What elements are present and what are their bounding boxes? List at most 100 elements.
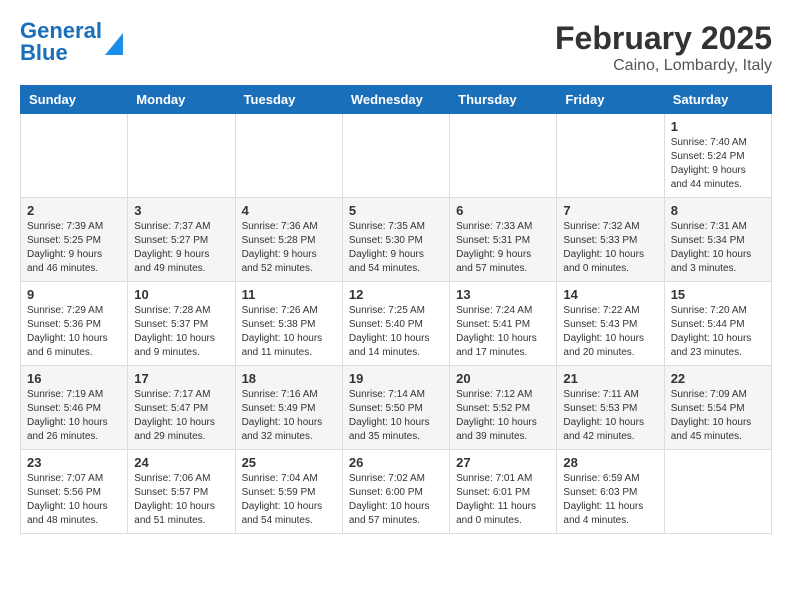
day-number: 1 xyxy=(671,119,765,134)
calendar-cell: 13 Sunrise: 7:24 AM Sunset: 5:41 PM Dayli… xyxy=(450,282,557,366)
day-info: Sunrise: 7:24 AM Sunset: 5:41 PM Dayligh… xyxy=(456,304,550,360)
calendar-cell: 1 Sunrise: 7:40 AM Sunset: 5:24 PM Daylig… xyxy=(664,114,771,198)
calendar-cell: 17 Sunrise: 7:17 AM Sunset: 5:47 PM Dayli… xyxy=(128,366,235,450)
day-info: Sunrise: 7:02 AM Sunset: 6:00 PM Dayligh… xyxy=(349,472,443,528)
calendar-cell xyxy=(235,114,342,198)
calendar-cell: 14 Sunrise: 7:22 AM Sunset: 5:43 PM Dayli… xyxy=(557,282,664,366)
calendar-cell: 19 Sunrise: 7:14 AM Sunset: 5:50 PM Dayli… xyxy=(342,366,449,450)
day-info: Sunrise: 7:29 AM Sunset: 5:36 PM Dayligh… xyxy=(27,304,121,360)
day-info: Sunrise: 6:59 AM Sunset: 6:03 PM Dayligh… xyxy=(563,472,657,528)
day-number: 16 xyxy=(27,371,121,386)
day-info: Sunrise: 7:28 AM Sunset: 5:37 PM Dayligh… xyxy=(134,304,228,360)
day-info: Sunrise: 7:01 AM Sunset: 6:01 PM Dayligh… xyxy=(456,472,550,528)
calendar-cell: 3Sunrise: 7:37 AM Sunset: 5:27 PM Daylig… xyxy=(128,198,235,282)
calendar-cell: 6 Sunrise: 7:33 AM Sunset: 5:31 PM Daylig… xyxy=(450,198,557,282)
day-number: 17 xyxy=(134,371,228,386)
weekday-header-tuesday: Tuesday xyxy=(235,86,342,114)
weekday-header-saturday: Saturday xyxy=(664,86,771,114)
day-number: 7 xyxy=(563,203,657,218)
day-info: Sunrise: 7:36 AM Sunset: 5:28 PM Dayligh… xyxy=(242,220,336,276)
calendar-cell: 15 Sunrise: 7:20 AM Sunset: 5:44 PM Dayli… xyxy=(664,282,771,366)
page-header: General Blue February 2025 Caino, Lombar… xyxy=(20,20,772,75)
day-info: Sunrise: 7:04 AM Sunset: 5:59 PM Dayligh… xyxy=(242,472,336,528)
calendar-cell: 9 Sunrise: 7:29 AM Sunset: 5:36 PM Daylig… xyxy=(21,282,128,366)
day-info: Sunrise: 7:14 AM Sunset: 5:50 PM Dayligh… xyxy=(349,388,443,444)
day-info: Sunrise: 7:33 AM Sunset: 5:31 PM Dayligh… xyxy=(456,220,550,276)
location-title: Caino, Lombardy, Italy xyxy=(555,57,772,75)
calendar-week-row: 1 Sunrise: 7:40 AM Sunset: 5:24 PM Daylig… xyxy=(21,114,772,198)
calendar-cell: 7Sunrise: 7:32 AM Sunset: 5:33 PM Daylig… xyxy=(557,198,664,282)
calendar-cell xyxy=(557,114,664,198)
day-number: 8 xyxy=(671,203,765,218)
calendar-cell xyxy=(450,114,557,198)
day-info: Sunrise: 7:25 AM Sunset: 5:40 PM Dayligh… xyxy=(349,304,443,360)
calendar-cell xyxy=(664,450,771,534)
day-number: 28 xyxy=(563,455,657,470)
day-number: 5 xyxy=(349,203,443,218)
logo-icon xyxy=(105,33,123,55)
calendar-cell: 28 Sunrise: 6:59 AM Sunset: 6:03 PM Dayli… xyxy=(557,450,664,534)
day-info: Sunrise: 7:39 AM Sunset: 5:25 PM Dayligh… xyxy=(27,220,121,276)
calendar-cell: 25 Sunrise: 7:04 AM Sunset: 5:59 PM Dayli… xyxy=(235,450,342,534)
day-number: 6 xyxy=(456,203,550,218)
calendar-cell: 26Sunrise: 7:02 AM Sunset: 6:00 PM Dayli… xyxy=(342,450,449,534)
day-number: 10 xyxy=(134,287,228,302)
calendar-cell: 27 Sunrise: 7:01 AM Sunset: 6:01 PM Dayli… xyxy=(450,450,557,534)
day-number: 25 xyxy=(242,455,336,470)
calendar-table: SundayMondayTuesdayWednesdayThursdayFrid… xyxy=(20,85,772,534)
calendar-cell: 21 Sunrise: 7:11 AM Sunset: 5:53 PM Dayli… xyxy=(557,366,664,450)
day-info: Sunrise: 7:06 AM Sunset: 5:57 PM Dayligh… xyxy=(134,472,228,528)
day-number: 23 xyxy=(27,455,121,470)
day-number: 18 xyxy=(242,371,336,386)
title-block: February 2025 Caino, Lombardy, Italy xyxy=(555,20,772,75)
day-number: 22 xyxy=(671,371,765,386)
calendar-cell: 5Sunrise: 7:35 AM Sunset: 5:30 PM Daylig… xyxy=(342,198,449,282)
calendar-week-row: 9 Sunrise: 7:29 AM Sunset: 5:36 PM Daylig… xyxy=(21,282,772,366)
logo-text: General Blue xyxy=(20,20,102,64)
day-number: 9 xyxy=(27,287,121,302)
day-info: Sunrise: 7:11 AM Sunset: 5:53 PM Dayligh… xyxy=(563,388,657,444)
calendar-cell: 16 Sunrise: 7:19 AM Sunset: 5:46 PM Dayli… xyxy=(21,366,128,450)
day-info: Sunrise: 7:07 AM Sunset: 5:56 PM Dayligh… xyxy=(27,472,121,528)
day-number: 2 xyxy=(27,203,121,218)
calendar-header-row: SundayMondayTuesdayWednesdayThursdayFrid… xyxy=(21,86,772,114)
calendar-cell: 20 Sunrise: 7:12 AM Sunset: 5:52 PM Dayli… xyxy=(450,366,557,450)
day-info: Sunrise: 7:16 AM Sunset: 5:49 PM Dayligh… xyxy=(242,388,336,444)
day-info: Sunrise: 7:12 AM Sunset: 5:52 PM Dayligh… xyxy=(456,388,550,444)
weekday-header-wednesday: Wednesday xyxy=(342,86,449,114)
day-info: Sunrise: 7:31 AM Sunset: 5:34 PM Dayligh… xyxy=(671,220,765,276)
weekday-header-thursday: Thursday xyxy=(450,86,557,114)
calendar-cell: 23 Sunrise: 7:07 AM Sunset: 5:56 PM Dayli… xyxy=(21,450,128,534)
day-number: 21 xyxy=(563,371,657,386)
weekday-header-friday: Friday xyxy=(557,86,664,114)
day-info: Sunrise: 7:22 AM Sunset: 5:43 PM Dayligh… xyxy=(563,304,657,360)
day-info: Sunrise: 7:40 AM Sunset: 5:24 PM Dayligh… xyxy=(671,136,765,192)
day-number: 11 xyxy=(242,287,336,302)
calendar-cell xyxy=(342,114,449,198)
day-info: Sunrise: 7:09 AM Sunset: 5:54 PM Dayligh… xyxy=(671,388,765,444)
day-number: 4 xyxy=(242,203,336,218)
day-info: Sunrise: 7:26 AM Sunset: 5:38 PM Dayligh… xyxy=(242,304,336,360)
calendar-cell: 12Sunrise: 7:25 AM Sunset: 5:40 PM Dayli… xyxy=(342,282,449,366)
day-info: Sunrise: 7:37 AM Sunset: 5:27 PM Dayligh… xyxy=(134,220,228,276)
calendar-week-row: 2 Sunrise: 7:39 AM Sunset: 5:25 PM Daylig… xyxy=(21,198,772,282)
calendar-cell: 10 Sunrise: 7:28 AM Sunset: 5:37 PM Dayli… xyxy=(128,282,235,366)
day-number: 14 xyxy=(563,287,657,302)
day-number: 20 xyxy=(456,371,550,386)
logo: General Blue xyxy=(20,20,123,64)
day-number: 27 xyxy=(456,455,550,470)
calendar-cell: 2 Sunrise: 7:39 AM Sunset: 5:25 PM Daylig… xyxy=(21,198,128,282)
day-number: 15 xyxy=(671,287,765,302)
calendar-cell: 11 Sunrise: 7:26 AM Sunset: 5:38 PM Dayli… xyxy=(235,282,342,366)
day-number: 13 xyxy=(456,287,550,302)
day-number: 19 xyxy=(349,371,443,386)
calendar-cell: 22 Sunrise: 7:09 AM Sunset: 5:54 PM Dayli… xyxy=(664,366,771,450)
day-info: Sunrise: 7:19 AM Sunset: 5:46 PM Dayligh… xyxy=(27,388,121,444)
weekday-header-monday: Monday xyxy=(128,86,235,114)
calendar-cell: 8 Sunrise: 7:31 AM Sunset: 5:34 PM Daylig… xyxy=(664,198,771,282)
day-info: Sunrise: 7:17 AM Sunset: 5:47 PM Dayligh… xyxy=(134,388,228,444)
day-number: 24 xyxy=(134,455,228,470)
month-title: February 2025 xyxy=(555,20,772,57)
day-info: Sunrise: 7:20 AM Sunset: 5:44 PM Dayligh… xyxy=(671,304,765,360)
calendar-week-row: 23 Sunrise: 7:07 AM Sunset: 5:56 PM Dayli… xyxy=(21,450,772,534)
